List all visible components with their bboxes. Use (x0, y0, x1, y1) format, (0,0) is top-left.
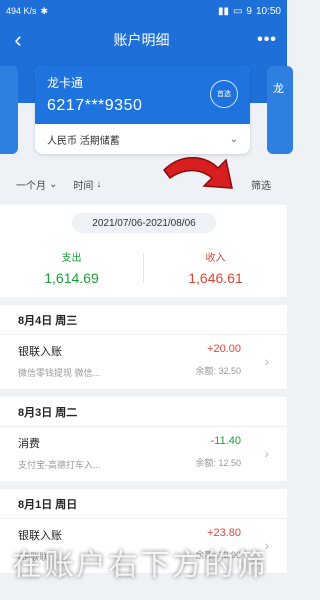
next-card[interactable]: 龙 (267, 66, 293, 154)
day-group: 8月4日 周三 银联入账 微信零钱提现 微信... +20.00 余额: 32.… (0, 305, 287, 389)
expense-value: 1,614.69 (44, 270, 99, 286)
network-speed: 494 K/s (6, 6, 37, 16)
clock: 10:50 (255, 5, 281, 17)
card-carousel: 龙卡通 6217***9350 首选 人民币 活期储蓄 ⌄ 龙 (0, 58, 293, 158)
red-arrow-annotation (163, 157, 233, 189)
time-sort-label: 时间 (73, 180, 94, 192)
chevron-down-icon[interactable]: ⌄ (230, 134, 238, 145)
battery-icon: ▭ (232, 5, 243, 17)
screen-label: 筛选 (251, 180, 271, 192)
page-title: 账户明细 (113, 32, 170, 48)
card-name: 龙卡通 (47, 76, 84, 90)
video-caption: 在账户右下方的筛 (12, 549, 268, 582)
date-range[interactable]: 2021/07/06-2021/08/06 (72, 213, 216, 233)
time-sort[interactable]: 时间 ↓ (73, 177, 101, 192)
txn-amount: -11.40 (210, 435, 241, 447)
chevron-right-icon: › (264, 353, 269, 369)
income-summary: 收入 1,646.61 (144, 249, 287, 286)
txn-balance: 余额: 32.50 (195, 366, 241, 376)
screen-button[interactable]: 筛选 (251, 177, 271, 192)
next-card-label: 龙 (273, 83, 284, 95)
battery-level: 9 (246, 5, 252, 17)
nav-bar: ‹ 账户明细 ••• (0, 22, 287, 58)
day-header: 8月4日 周三 (0, 305, 287, 335)
day-header: 8月1日 周日 (0, 489, 287, 519)
txn-balance: 余额: 12.50 (195, 458, 241, 468)
income-label: 收入 (205, 253, 226, 264)
txn-amount: +23.80 (207, 527, 241, 539)
more-icon[interactable]: ••• (247, 31, 287, 49)
day-header: 8月3日 周二 (0, 397, 287, 427)
transaction-row[interactable]: 银联入账 微信零钱提现 微信... +20.00 余额: 32.50 › (0, 335, 287, 389)
expense-summary: 支出 1,614.69 (0, 249, 143, 286)
account-type: 人民币 活期储蓄 (47, 135, 120, 147)
chevron-right-icon: › (264, 445, 269, 461)
sort-arrow-icon: ↓ (96, 178, 102, 190)
chevron-down-icon: ⌄ (49, 178, 58, 190)
card-number: 6217***9350 (47, 97, 143, 114)
expense-label: 支出 (61, 253, 82, 264)
income-value: 1,646.61 (188, 270, 243, 286)
transaction-row[interactable]: 消费 支付宝-高德打车入... -11.40 余额: 12.50 › (0, 427, 287, 481)
prev-card[interactable] (0, 66, 18, 154)
signal-icon: ▮▮ (217, 5, 229, 17)
summary-panel: 2021/07/06-2021/08/06 支出 1,614.69 收入 1,6… (0, 205, 287, 297)
preferred-badge: 首选 (210, 80, 238, 108)
txn-amount: +20.00 (207, 343, 241, 355)
filter-bar: 一个月 ⌄ 时间 ↓ 筛选 (0, 168, 287, 200)
back-icon[interactable]: ‹ (0, 27, 36, 53)
month-filter-label: 一个月 (16, 180, 46, 192)
bank-card[interactable]: 龙卡通 6217***9350 首选 人民币 活期储蓄 ⌄ (35, 66, 250, 154)
bluetooth-icon: ✱ (40, 5, 49, 16)
month-filter[interactable]: 一个月 ⌄ (16, 177, 57, 192)
status-bar: 494 K/s ✱ ▮▮ ▭ 9 10:50 (0, 0, 287, 22)
day-group: 8月3日 周二 消费 支付宝-高德打车入... -11.40 余额: 12.50… (0, 397, 287, 481)
